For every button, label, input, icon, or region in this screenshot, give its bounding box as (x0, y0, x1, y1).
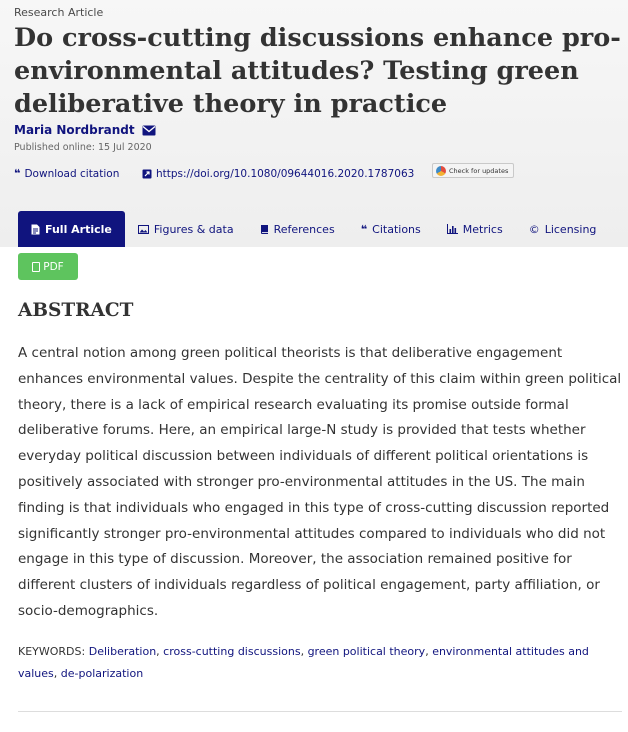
tab-label: Metrics (462, 222, 503, 236)
tab-citations[interactable]: ❝ Citations (348, 211, 434, 247)
keywords: KEYWORDS: Deliberation, cross-cutting di… (18, 645, 589, 680)
quote-icon: ❝ (360, 222, 368, 236)
published-date: Published online: 15 Jul 2020 (14, 142, 152, 153)
tab-label: References (273, 222, 335, 236)
tab-full-article[interactable]: Full Article (18, 211, 125, 247)
copyright-icon: © (528, 222, 540, 236)
pdf-file-icon (32, 261, 41, 272)
crossmark-icon (436, 165, 446, 176)
tab-references[interactable]: References (247, 211, 348, 247)
keywords-label: KEYWORDS: (18, 645, 86, 658)
check-for-updates-button[interactable]: Check for updates (432, 163, 514, 178)
article-type: Research Article (14, 6, 104, 19)
article-tabs: Full Article Figures & data References ❝… (18, 211, 609, 247)
download-citation-label: Download citation (24, 167, 120, 180)
tab-label: Licensing (544, 222, 597, 236)
keyword-link[interactable]: green political theory (308, 645, 426, 658)
abstract-heading: ABSTRACT (18, 300, 134, 321)
tab-licensing[interactable]: © Licensing (516, 211, 610, 247)
external-link-icon (142, 169, 152, 178)
keyword-link[interactable]: cross-cutting discussions (163, 645, 300, 658)
tab-label: Full Article (45, 222, 112, 236)
document-icon (31, 224, 40, 234)
tab-label: Figures & data (153, 222, 234, 236)
divider (18, 711, 622, 712)
article-title: Do cross-cutting discussions enhance pro… (14, 23, 621, 119)
abstract-text: A central notion among green political t… (18, 345, 622, 619)
author-link[interactable]: Maria Nordbrandt (14, 123, 135, 137)
book-icon (260, 224, 268, 234)
check-for-updates-label: Check for updates (449, 166, 509, 175)
doi-label: https://doi.org/10.1080/09644016.2020.17… (156, 167, 415, 180)
bar-chart-icon (446, 224, 458, 234)
keyword-link[interactable]: Deliberation (89, 645, 156, 658)
tab-metrics[interactable]: Metrics (434, 211, 516, 247)
pdf-button[interactable]: PDF (18, 253, 78, 280)
image-icon (137, 224, 149, 234)
mail-icon[interactable] (142, 125, 156, 136)
article-header: Research Article Do cross-cutting discus… (0, 0, 628, 247)
quote-icon: ❝ (14, 167, 21, 180)
doi-link[interactable]: https://doi.org/10.1080/09644016.2020.17… (142, 168, 414, 180)
download-citation-link[interactable]: ❝ Download citation (14, 167, 142, 180)
tab-label: Citations (372, 222, 421, 236)
tab-figures-data[interactable]: Figures & data (125, 211, 247, 247)
pdf-label: PDF (43, 260, 64, 273)
keyword-link[interactable]: de-polarization (61, 667, 143, 680)
article-actions: ❝ Download citation https://doi.org/10.1… (14, 167, 414, 180)
author-row: Maria Nordbrandt (14, 123, 156, 137)
